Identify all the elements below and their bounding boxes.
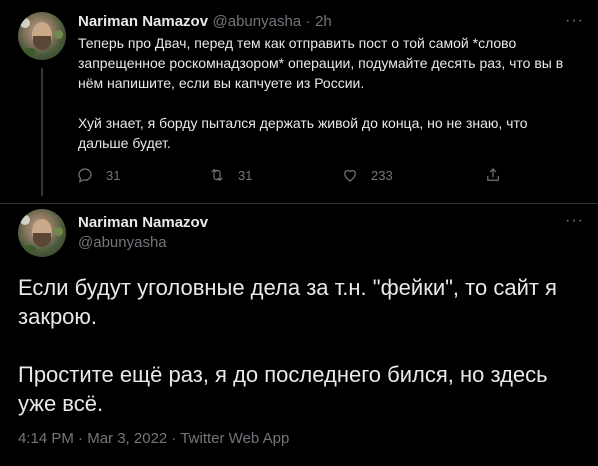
- avatar-detail: [24, 48, 36, 56]
- more-icon[interactable]: ···: [565, 212, 584, 230]
- tweet-text: Теперь про Двач, перед тем как отправить…: [78, 33, 578, 153]
- tweet-paragraph: Если будут уголовные дела за т.н. "фейки…: [18, 275, 557, 329]
- tweet-text: Если будут уголовные дела за т.н. "фейки…: [18, 273, 583, 418]
- reply-button[interactable]: 31: [76, 166, 120, 184]
- tweet-paragraph: Хуй знает, я борду пытался держать живой…: [78, 115, 528, 151]
- tweet-header: Nariman Namazov @abunyasha · 2h: [78, 13, 332, 31]
- author-name[interactable]: Nariman Namazov: [78, 13, 208, 30]
- tweet-actions: 31 31 233: [76, 166, 516, 190]
- avatar-detail: [33, 233, 51, 247]
- tweet-paragraph: Простите ещё раз, я до последнего бился,…: [18, 362, 548, 416]
- tweet-source[interactable]: Twitter Web App: [180, 430, 289, 447]
- reply-icon: [78, 168, 92, 183]
- more-icon[interactable]: ···: [565, 12, 584, 30]
- author-handle[interactable]: @abunyasha: [213, 13, 302, 30]
- avatar-detail: [20, 18, 30, 28]
- share-icon: [487, 168, 499, 181]
- reply-count: 31: [106, 167, 121, 183]
- like-button[interactable]: 233: [341, 166, 393, 184]
- avatar-detail: [24, 245, 36, 253]
- avatar-detail: [54, 227, 63, 236]
- avatar[interactable]: [18, 12, 66, 60]
- share-button[interactable]: [484, 166, 502, 184]
- separator: ·: [78, 430, 84, 447]
- avatar-detail: [54, 30, 63, 39]
- author-handle[interactable]: @abunyasha: [78, 234, 167, 251]
- tweet-time[interactable]: 2h: [315, 13, 332, 30]
- tweet-meta: 4:14 PM · Mar 3, 2022 · Twitter Web App: [18, 430, 289, 447]
- retweet-button[interactable]: 31: [208, 166, 252, 184]
- divider: [0, 203, 598, 204]
- avatar-detail: [20, 215, 30, 225]
- retweet-count: 31: [238, 167, 253, 183]
- tweet-paragraph: Теперь про Двач, перед тем как отправить…: [78, 35, 564, 91]
- author-name[interactable]: Nariman Namazov: [78, 214, 208, 231]
- retweet-icon: [211, 168, 223, 182]
- separator: ·: [305, 13, 311, 30]
- thread-line: [41, 68, 43, 196]
- avatar-detail: [33, 36, 51, 50]
- avatar[interactable]: [18, 209, 66, 257]
- like-count: 233: [371, 167, 393, 183]
- like-icon: [344, 169, 356, 182]
- tweet-date[interactable]: Mar 3, 2022: [87, 430, 167, 447]
- tweet-time[interactable]: 4:14 PM: [18, 430, 74, 447]
- separator: ·: [171, 430, 177, 447]
